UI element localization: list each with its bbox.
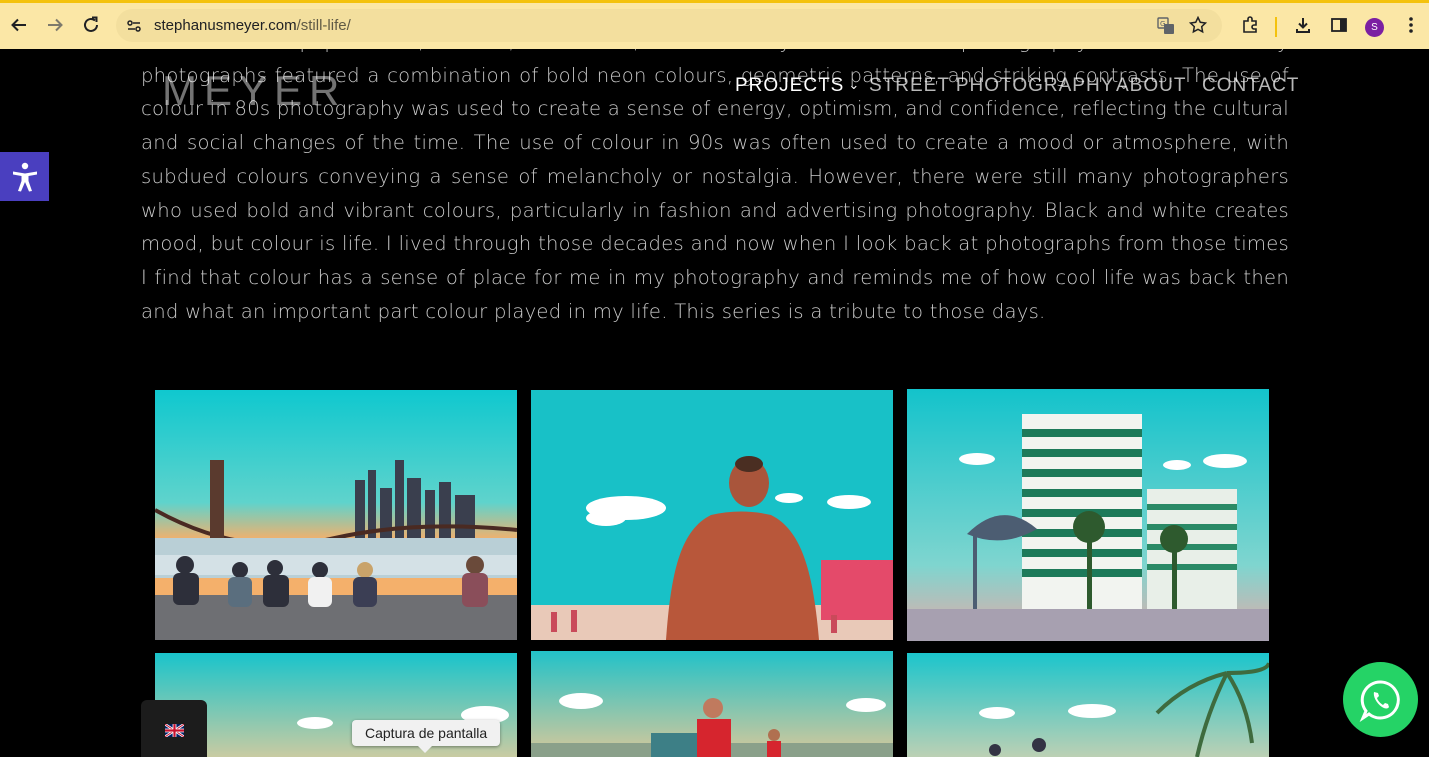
gallery-photo-striped-tower[interactable]: [907, 389, 1269, 641]
url-path: /still-life/: [296, 17, 351, 34]
language-switcher[interactable]: [141, 700, 207, 757]
forward-arrow-icon[interactable]: [43, 13, 67, 37]
menu-dots-icon[interactable]: [1399, 13, 1423, 37]
nav-projects[interactable]: PROJECTS ⌄: [735, 75, 860, 97]
accessibility-toggle[interactable]: [0, 152, 49, 201]
gallery-photo-beach-back[interactable]: [531, 390, 893, 640]
translate-icon[interactable]: G: [1157, 17, 1175, 39]
side-panel-icon[interactable]: [1327, 13, 1351, 37]
extensions-icon[interactable]: [1238, 13, 1262, 37]
nav-projects-label: PROJECTS: [735, 75, 845, 96]
site-info-icon[interactable]: [126, 18, 142, 38]
site-logo[interactable]: MEYER: [162, 67, 346, 115]
gallery-photo-palm-tree[interactable]: [907, 653, 1269, 757]
chevron-down-icon: ⌄: [848, 77, 861, 92]
toolbar-separator: [1275, 17, 1277, 37]
nav-about[interactable]: ABOUT: [1116, 75, 1186, 97]
nav-street-photography[interactable]: STREET PHOTOGRAPHY ⌄: [869, 75, 1130, 97]
whatsapp-button[interactable]: [1343, 662, 1418, 737]
download-icon[interactable]: [1291, 13, 1315, 37]
svg-text:G: G: [1160, 20, 1165, 28]
profile-avatar[interactable]: S: [1365, 18, 1384, 37]
uk-flag-icon: [164, 724, 184, 737]
accessibility-icon: [12, 162, 37, 191]
back-arrow-icon[interactable]: [7, 13, 31, 37]
gallery-photo-brooklyn-bridge[interactable]: [155, 390, 517, 640]
reload-icon[interactable]: [79, 13, 103, 37]
url-domain: stephanusmeyer.com: [154, 17, 297, 34]
nav-street-photography-label: STREET PHOTOGRAPHY: [869, 75, 1115, 96]
address-bar[interactable]: stephanusmeyer.com/still-life/ G: [116, 9, 1222, 42]
url-text: stephanusmeyer.com/still-life/: [154, 17, 351, 34]
whatsapp-icon: [1359, 679, 1400, 722]
bookmark-star-icon[interactable]: [1188, 15, 1208, 38]
gallery-photo-man-red-jacket[interactable]: [531, 651, 893, 757]
webpage: was a time of pop culture, fashion, and …: [0, 49, 1429, 757]
browser-toolbar: stephanusmeyer.com/still-life/ G S: [0, 0, 1429, 49]
screenshot-tooltip: Captura de pantalla: [352, 720, 501, 753]
nav-contact[interactable]: CONTACT: [1202, 75, 1299, 97]
